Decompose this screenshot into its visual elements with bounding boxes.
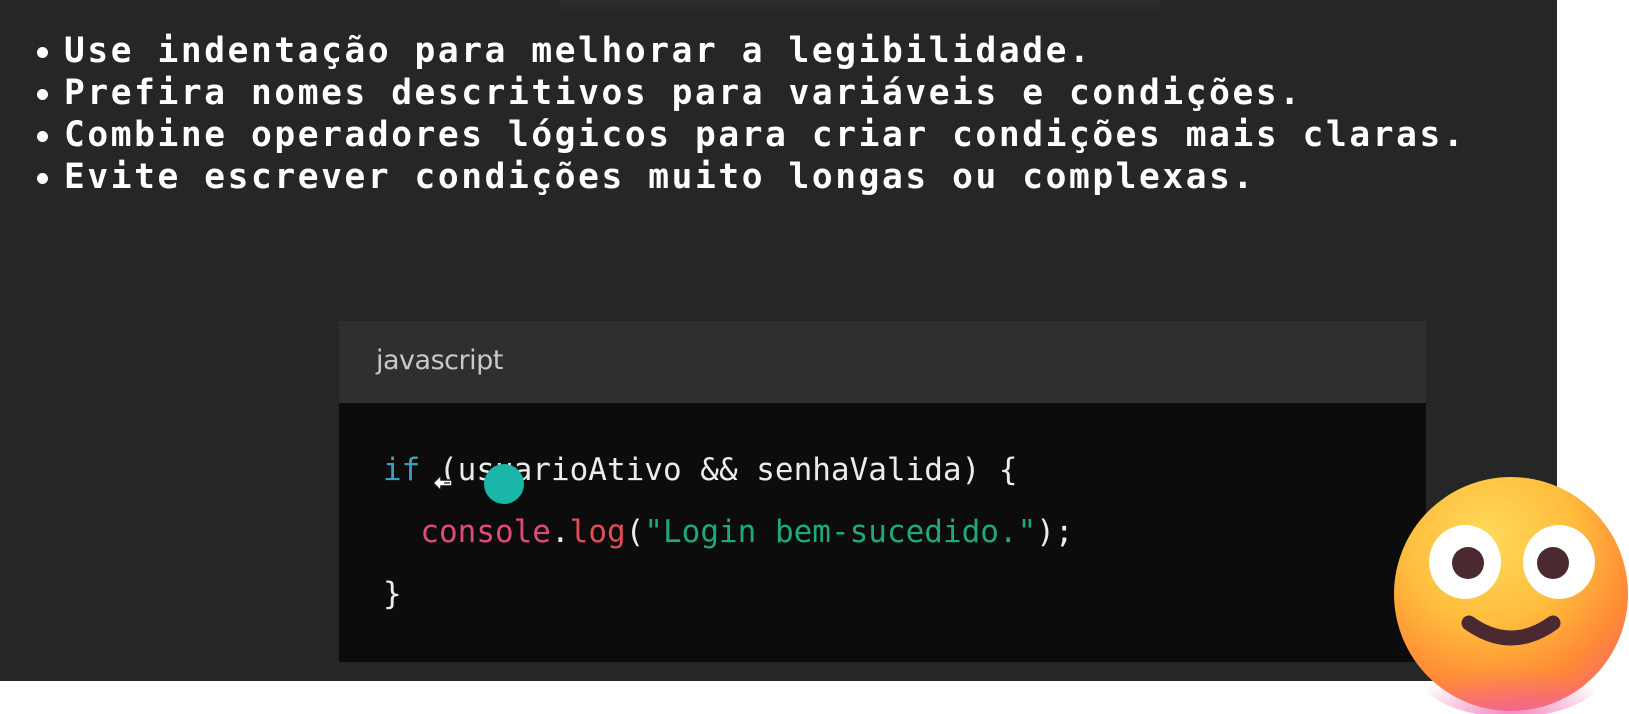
- code-string: "Login bem-sucedido.": [644, 514, 1037, 550]
- bullet-item: Prefira nomes descritivos para variáveis…: [30, 72, 1466, 114]
- bullet-list: Use indentação para melhorar a legibilid…: [30, 30, 1466, 198]
- code-body[interactable]: if (usuarioAtivo && senhaValida) { conso…: [383, 439, 1074, 625]
- bullet-text: Use indentação para melhorar a legibilid…: [64, 31, 1093, 71]
- hand-drag-cursor-icon: [432, 474, 453, 492]
- presentation-slide: Use indentação para melhorar a legibilid…: [0, 0, 1557, 681]
- code-keyword: if: [383, 452, 421, 488]
- code-paren-close: );: [1036, 514, 1074, 550]
- code-method: log: [569, 514, 626, 550]
- bullet-item: Combine operadores lógicos para criar co…: [30, 114, 1466, 156]
- bullet-dot-icon: [37, 47, 48, 58]
- code-dot: .: [550, 514, 570, 550]
- code-closing-brace: }: [383, 576, 402, 612]
- screen: Use indentação para melhorar a legibilid…: [0, 0, 1629, 714]
- code-object: console: [420, 514, 551, 550]
- bullet-text: Combine operadores lógicos para criar co…: [64, 115, 1467, 155]
- code-block-header: javascript: [339, 321, 1426, 403]
- bullet-item: Evite escrever condições muito longas ou…: [30, 156, 1466, 198]
- code-line: }: [383, 563, 1074, 625]
- bullet-text: Prefira nomes descritivos para variáveis…: [64, 73, 1303, 113]
- slide-top-shadow: [560, 0, 1160, 14]
- code-language-label: javascript: [376, 345, 503, 376]
- code-line: console.log("Login bem-sucedido.");: [383, 501, 1074, 563]
- bullet-text: Evite escrever condições muito longas ou…: [64, 157, 1256, 197]
- bullet-dot-icon: [37, 131, 48, 142]
- bullet-dot-icon: [37, 173, 48, 184]
- bullet-item: Use indentação para melhorar a legibilid…: [30, 30, 1466, 72]
- smiling-face-emoji-icon: [1394, 477, 1628, 714]
- bullet-dot-icon: [37, 89, 48, 100]
- code-paren-open: (: [625, 514, 645, 550]
- click-indicator: [484, 464, 524, 504]
